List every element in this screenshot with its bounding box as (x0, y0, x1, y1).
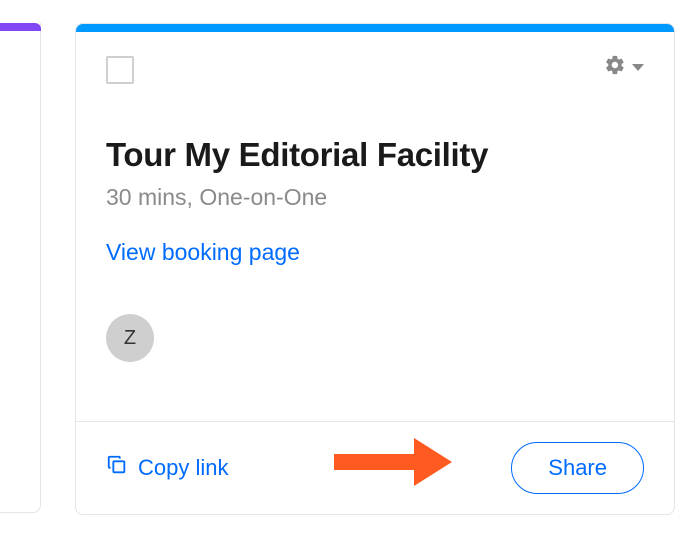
copy-icon (106, 454, 128, 482)
chevron-down-icon (632, 64, 644, 71)
adjacent-card-accent (0, 23, 41, 31)
copy-link-label: Copy link (138, 455, 228, 481)
settings-menu-button[interactable] (604, 54, 644, 81)
event-subtitle: 30 mins, One-on-One (106, 184, 644, 211)
card-header-row (106, 54, 644, 84)
view-booking-page-link[interactable]: View booking page (106, 239, 300, 266)
gear-icon (604, 54, 626, 81)
share-button[interactable]: Share (511, 442, 644, 494)
avatar: Z (106, 314, 154, 362)
card-footer: Copy link Share (76, 421, 674, 514)
select-checkbox[interactable] (106, 56, 134, 84)
adjacent-card-edge (0, 23, 41, 513)
card-body: Tour My Editorial Facility 30 mins, One-… (76, 32, 674, 421)
event-title: Tour My Editorial Facility (106, 136, 644, 174)
event-card: Tour My Editorial Facility 30 mins, One-… (75, 23, 675, 515)
copy-link-button[interactable]: Copy link (106, 454, 228, 482)
card-accent-bar (76, 24, 674, 32)
